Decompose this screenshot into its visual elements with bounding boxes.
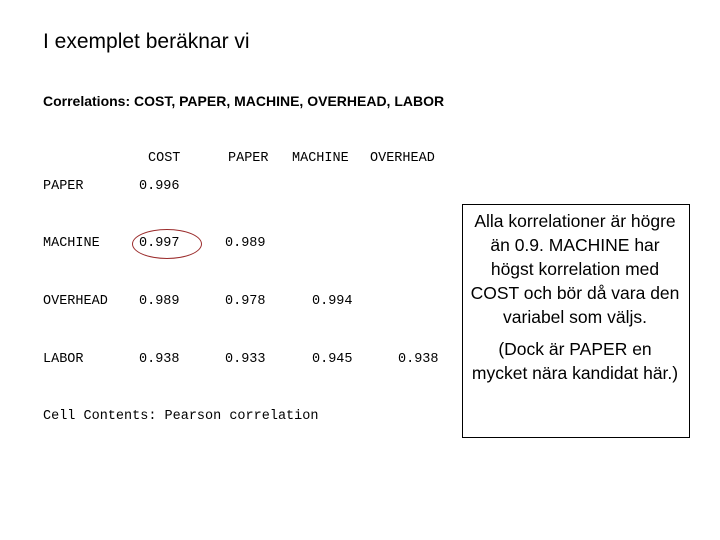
explanation-paragraph-2: (Dock är PAPER en mycket nära kandidat h… (471, 339, 679, 383)
col-header-cost: COST (148, 151, 181, 166)
cell-labor-overhead: 0.938 (398, 352, 439, 367)
correlations-heading: Correlations: COST, PAPER, MACHINE, OVER… (43, 93, 445, 109)
cell-machine-paper: 0.989 (225, 236, 266, 251)
row-label-overhead: OVERHEAD (43, 294, 108, 309)
cell-overhead-paper: 0.978 (225, 294, 266, 309)
cell-contents-note: Cell Contents: Pearson correlation (43, 409, 319, 424)
highlight-ellipse (132, 229, 202, 259)
col-header-overhead: OVERHEAD (370, 151, 435, 166)
row-label-machine: MACHINE (43, 236, 100, 251)
cell-overhead-cost: 0.989 (139, 294, 180, 309)
cell-labor-cost: 0.938 (139, 352, 180, 367)
col-header-paper: PAPER (228, 151, 269, 166)
explanation-box: Alla korrelationer är högre än 0.9. MACH… (462, 204, 690, 438)
cell-labor-paper: 0.933 (225, 352, 266, 367)
explanation-paragraph-1: Alla korrelationer är högre än 0.9. MACH… (470, 211, 680, 327)
slide-title: I exemplet beräknar vi (43, 30, 250, 53)
row-label-labor: LABOR (43, 352, 84, 367)
row-label-paper: PAPER (43, 179, 84, 194)
col-header-machine: MACHINE (292, 151, 349, 166)
cell-labor-machine: 0.945 (312, 352, 353, 367)
cell-paper-cost: 0.996 (139, 179, 180, 194)
cell-overhead-machine: 0.994 (312, 294, 353, 309)
